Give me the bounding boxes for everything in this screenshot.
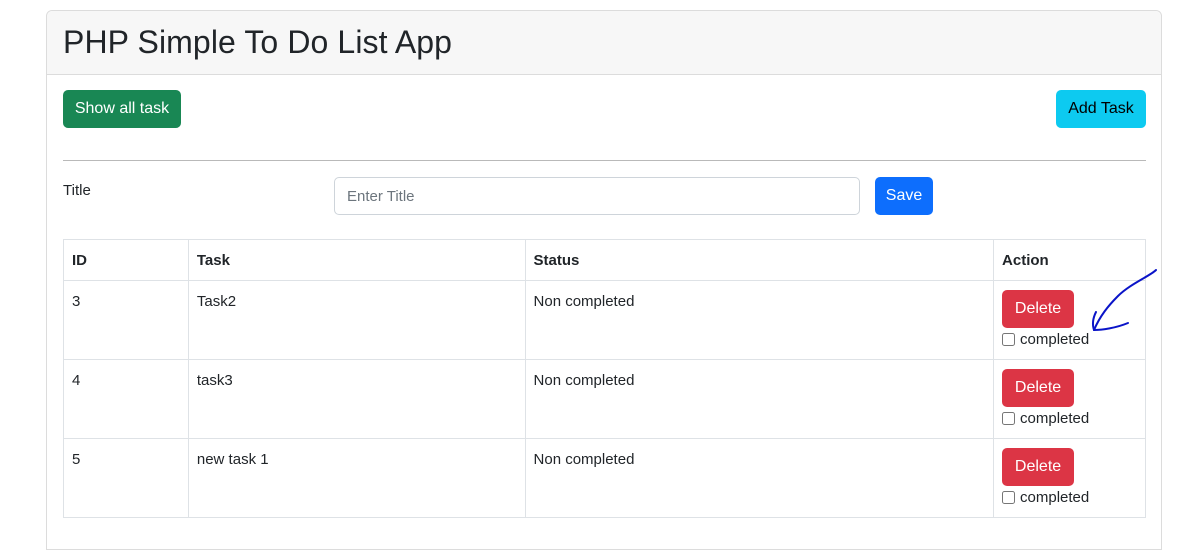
task-id-cell: 3 [63,280,189,360]
column-header-status: Status [524,239,995,281]
task-name-cell: task3 [187,359,526,439]
divider [63,160,1146,161]
save-button[interactable]: Save [875,177,933,215]
completed-label: completed [1020,489,1090,506]
tasks-table: ID Task Status Action 3 Task2 Non comple… [63,239,1146,518]
completed-checkbox[interactable] [1002,491,1016,504]
title-input[interactable] [334,177,860,215]
completed-label: completed [1020,331,1090,348]
page-title: PHP Simple To Do List App [63,24,453,60]
task-id-cell: 4 [63,359,189,439]
completed-toggle[interactable]: completed [1002,410,1137,427]
delete-button[interactable]: Delete [1002,369,1075,407]
add-task-button[interactable]: Add Task [1056,90,1146,128]
table-row: 4 task3 Non completed Delete completed [63,359,1146,439]
task-id-cell: 5 [63,438,189,518]
completed-toggle[interactable]: completed [1002,489,1137,506]
delete-button[interactable]: Delete [1002,448,1075,486]
task-status-cell: Non completed [524,359,995,439]
card-header: PHP Simple To Do List App [47,11,1161,75]
table-header-row: ID Task Status Action [63,239,1146,281]
completed-label: completed [1020,410,1090,427]
column-header-id: ID [63,239,189,281]
column-header-action: Action [993,239,1146,281]
completed-checkbox[interactable] [1002,333,1016,346]
todo-card: PHP Simple To Do List App Show all task … [46,10,1162,550]
table-row: 5 new task 1 Non completed Delete comple… [63,438,1146,518]
task-status-cell: Non completed [524,438,995,518]
column-header-task: Task [187,239,526,281]
title-label: Title [63,182,91,199]
task-action-cell: Delete completed [993,438,1146,518]
task-action-cell: Delete completed [993,359,1146,439]
completed-toggle[interactable]: completed [1002,331,1137,348]
task-name-cell: new task 1 [187,438,526,518]
table-row: 3 Task2 Non completed Delete completed [63,280,1146,360]
task-status-cell: Non completed [524,280,995,360]
task-action-cell: Delete completed [993,280,1146,360]
show-all-task-button[interactable]: Show all task [63,90,181,128]
delete-button[interactable]: Delete [1002,290,1075,328]
task-name-cell: Task2 [187,280,526,360]
completed-checkbox[interactable] [1002,412,1016,425]
